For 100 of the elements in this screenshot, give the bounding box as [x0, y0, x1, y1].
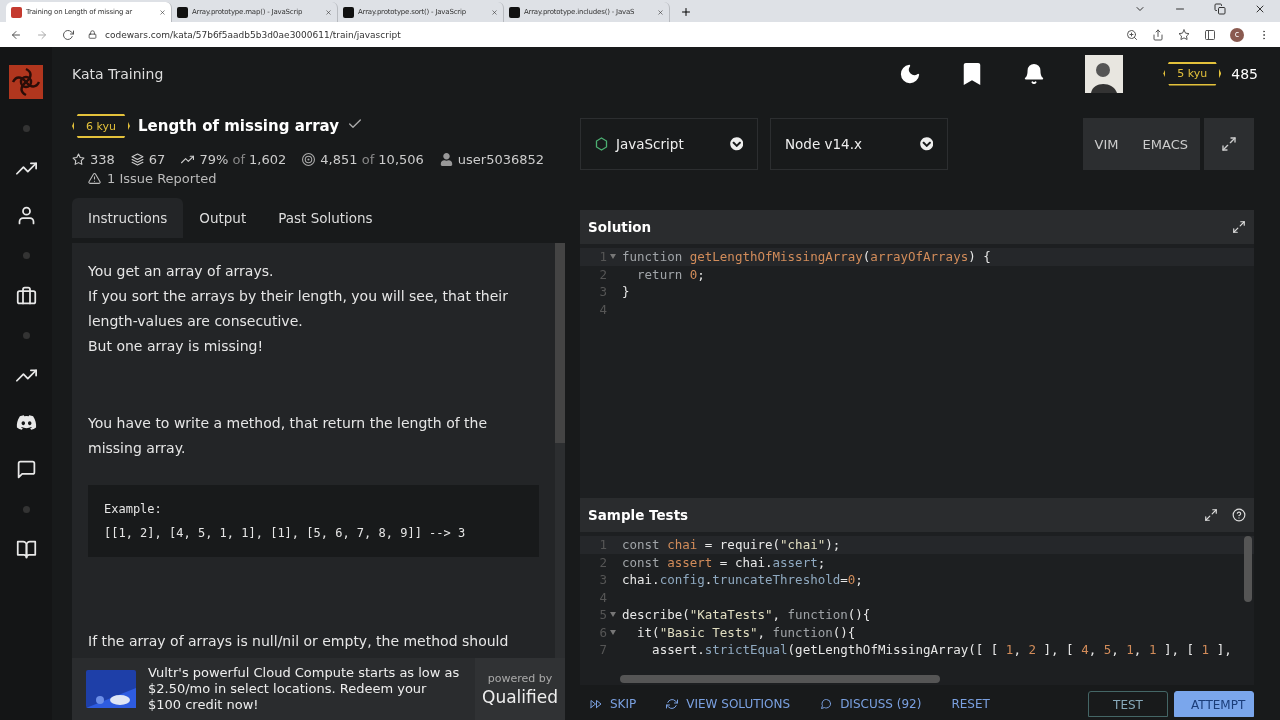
runtime-select[interactable]: Node v14.x	[770, 118, 948, 170]
nav-dot	[22, 332, 30, 339]
lock-icon	[88, 30, 97, 39]
line-number: 7	[599, 641, 607, 659]
nav-dot	[22, 506, 30, 513]
issue-count[interactable]: 1 Issue Reported	[107, 171, 217, 186]
ad-text: Vultr's powerful Cloud Compute starts as low as $2.50/mo in select locations. Redeem your $100 credit now!	[148, 665, 461, 713]
action-link[interactable]: DISCUSS (92)	[820, 697, 922, 711]
share-icon[interactable]	[1152, 28, 1164, 41]
panel-title: Sample Tests	[588, 507, 689, 523]
favicon-icon	[343, 6, 354, 18]
instruction-text: But one array is missing!	[88, 337, 265, 356]
close-icon[interactable]	[1254, 3, 1266, 15]
chat-icon	[820, 698, 833, 710]
language-select[interactable]: JavaScript	[580, 118, 758, 170]
dropdown-icon	[919, 137, 933, 151]
layers-icon	[130, 153, 144, 166]
chat-icon[interactable]	[15, 459, 37, 480]
nav-dot	[22, 252, 30, 259]
restore-icon[interactable]	[1214, 3, 1226, 15]
new-tab-icon[interactable]	[680, 6, 692, 18]
line-number: 4	[599, 300, 607, 318]
expand-icon[interactable]	[1204, 508, 1218, 522]
zoom-icon[interactable]	[1126, 28, 1138, 41]
tab[interactable]: Instructions	[72, 198, 184, 238]
scrollbar-thumb[interactable]	[1244, 536, 1252, 602]
moon-icon[interactable]	[899, 62, 922, 85]
book-icon[interactable]	[15, 539, 37, 560]
scrollbar-thumb[interactable]	[555, 243, 565, 443]
editor-mode-button[interactable]: VIM	[1082, 118, 1131, 170]
fold-arrow-icon[interactable]	[610, 612, 616, 618]
kata-title: Length of missing array	[137, 117, 339, 135]
stat-value: user5036852	[457, 152, 545, 167]
refresh-icon	[666, 698, 679, 710]
user-avatar[interactable]	[1085, 54, 1124, 93]
fullscreen-button[interactable]	[1204, 118, 1254, 170]
code-line: function getLengthOfMissingArray(arrayOfArrays) {	[622, 248, 991, 266]
rank-badge: 5 kyu	[1163, 61, 1222, 86]
fold-arrow-icon[interactable]	[610, 254, 616, 260]
star-icon	[72, 153, 85, 166]
dropdown-icon	[729, 137, 743, 151]
reload-icon[interactable]	[62, 28, 74, 41]
user-icon	[439, 153, 453, 166]
editor-mode-button[interactable]: EMACS	[1130, 118, 1200, 170]
ad-banner[interactable]: Vultr's powerful Cloud Compute starts as low as $2.50/mo in select locations. Redeem your $100 credit now! powered by Qualified	[72, 658, 565, 720]
profile-avatar[interactable]: c	[1230, 27, 1244, 42]
help-icon[interactable]	[1232, 508, 1246, 522]
expand-icon	[1221, 136, 1237, 152]
action-link[interactable]: SKIP	[590, 697, 637, 711]
line-number: 2	[599, 553, 607, 571]
warning-icon	[88, 172, 101, 185]
code-line: }	[622, 283, 630, 301]
stat-value: 67	[148, 152, 166, 167]
code-line: const chai = require("chai");	[622, 536, 841, 554]
fold-arrow-icon[interactable]	[610, 629, 616, 635]
honor-score: 485	[1231, 65, 1258, 82]
briefcase-icon[interactable]	[15, 285, 37, 306]
action-link[interactable]: RESET	[951, 697, 990, 711]
action-link[interactable]: VIEW SOLUTIONS	[666, 697, 791, 711]
line-number: 3	[599, 571, 607, 589]
expand-icon[interactable]	[1232, 220, 1246, 234]
powered-by-label: powered by	[487, 671, 553, 685]
logo-icon[interactable]	[9, 65, 43, 99]
stat-value: 79% of 1,602	[199, 152, 287, 167]
bell-icon[interactable]	[1023, 62, 1046, 85]
favicon-icon	[509, 6, 520, 18]
stat-value: 338	[90, 152, 115, 167]
instruction-text: If you sort the arrays by their length, you will see, that their length-values are consecutive.	[88, 287, 509, 331]
code-line: return 0;	[636, 265, 705, 283]
panel-title: Solution	[588, 219, 652, 235]
line-number: 3	[599, 283, 607, 301]
side-panel-icon[interactable]	[1204, 28, 1216, 41]
back-icon[interactable]	[10, 28, 22, 41]
favicon-icon	[177, 6, 188, 18]
code-line: describe("KataTests", function(){	[622, 606, 871, 624]
rank-badge: 6 kyu	[72, 114, 130, 138]
instruction-text: If the array of arrays is null/nil or empty, the method should	[88, 632, 510, 651]
stat-value: 4,851 of 10,506	[320, 152, 424, 167]
discord-icon[interactable]	[15, 412, 37, 433]
bookmark-star-icon[interactable]	[1178, 28, 1190, 41]
instruction-text: You have to write a method, that return the length of the missing array.	[88, 414, 489, 458]
line-number: 6	[599, 623, 607, 641]
code-line: it("Basic Tests", function(){	[636, 623, 856, 641]
tab[interactable]: Past Solutions	[262, 198, 389, 238]
address-field[interactable]: codewars.com/kata/57b6f5aadb5b3d0ae3000611/train/javascript	[105, 29, 401, 40]
run-button[interactable]: TEST	[1088, 691, 1168, 717]
target-icon	[302, 153, 316, 166]
code-line: chai.config.truncateThreshold=0;	[622, 571, 863, 589]
brand-name: Qualified	[482, 686, 558, 707]
nav-dot	[22, 125, 30, 132]
tab[interactable]: Output	[183, 198, 263, 238]
line-number: 4	[599, 588, 607, 606]
line-number: 5	[599, 606, 607, 624]
favicon-icon	[11, 6, 22, 18]
fast-forward-icon	[590, 698, 602, 710]
instruction-text: You get an array of arrays.	[88, 262, 275, 281]
scrollbar-thumb[interactable]	[620, 675, 940, 683]
run-button[interactable]: ATTEMPT	[1174, 691, 1254, 717]
page-title: Kata Training	[72, 65, 164, 82]
line-number: 2	[599, 265, 607, 283]
